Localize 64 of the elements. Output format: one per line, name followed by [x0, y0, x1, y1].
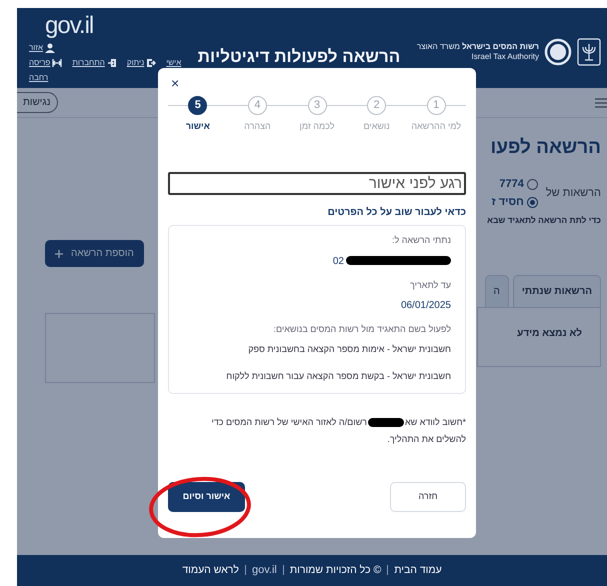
radio-button[interactable]	[526, 197, 538, 208]
exit-icon	[146, 58, 156, 68]
date-value: 06/01/2025	[400, 300, 451, 311]
step-number: 3	[308, 96, 327, 115]
separator-icon	[282, 565, 284, 576]
redaction-mark	[368, 418, 404, 427]
step-label: נושאים	[363, 120, 390, 133]
accessibility-button[interactable]: נגישות	[17, 92, 58, 113]
empty-message: לא נמצא מידע	[517, 328, 582, 339]
step-label: לכמה זמן	[300, 120, 334, 133]
page-header-title: הרשאה לפעולות דיגיטליות	[198, 46, 400, 68]
option-label: חסיד ז	[492, 195, 524, 210]
header-link[interactable]: ניתוק	[126, 55, 156, 70]
date-label: עד לתאריך	[409, 278, 451, 292]
separator-icon	[244, 565, 246, 576]
step-label: אישור	[186, 120, 210, 133]
separator-icon	[387, 565, 388, 576]
enter-icon	[106, 58, 117, 68]
note-text: *חשוב לוודא שא	[404, 416, 466, 429]
ministry-name: משרד האוצר	[416, 42, 460, 52]
topic-item: חשבונית ישראל - בקשת מספר הקצאה עבור חשבונית ללקוח	[225, 371, 451, 383]
header-link[interactable]: התחברות	[72, 55, 117, 70]
finish-button[interactable]: אישור וסיום	[168, 482, 245, 512]
step-label: למי ההרשאה	[411, 120, 462, 133]
step-number: 4	[248, 96, 267, 115]
back-button[interactable]: חזרה	[390, 482, 466, 512]
tab[interactable]: ה	[484, 274, 509, 307]
add-permission-button[interactable]: הוספת הרשאה	[45, 240, 144, 267]
step-label: הצהרה	[244, 120, 271, 133]
footer-link[interactable]: לראש העמוד	[182, 562, 239, 578]
logo[interactable]: gov.il	[45, 14, 182, 38]
step-number: 2	[367, 96, 386, 115]
agency-name: רשות המסים בישראל	[462, 42, 539, 52]
govil-logo[interactable]: gov.il	[252, 562, 277, 579]
step-number: 5	[188, 96, 208, 115]
tab[interactable]: הרשאות שנתתי	[512, 274, 601, 307]
hint-text: כדי לתת הרשאה לתאגיד שבא	[486, 214, 601, 227]
radio-button[interactable]	[526, 178, 538, 190]
permissions-label: הרשאות של	[546, 186, 601, 202]
recipient-value: 02	[332, 256, 344, 266]
modal-subheading: כדאי לעבור שוב על כל הפרטים	[326, 206, 466, 220]
expand-icon	[52, 58, 62, 68]
note-text: להשלים את התהליך.	[387, 432, 466, 446]
footer-link[interactable]: © כל הזכויות שמורות	[290, 562, 382, 578]
header-link[interactable]: אישי	[166, 55, 182, 70]
emblem-icon	[577, 38, 601, 66]
close-button[interactable]: ×	[168, 76, 182, 90]
footer-link[interactable]: עמוד הבית	[394, 562, 442, 578]
header-link[interactable]: רחבה	[29, 70, 48, 86]
option-label: 7774	[499, 176, 524, 192]
topic-item: חשבונית ישראל - אימות מספר הקצאה בחשבונית ספק	[247, 344, 451, 356]
note-text: רשום/ה לאזור האישי של רשות המסים כדי	[211, 416, 367, 429]
topics-label: לפעול בשם התאגיד מול רשות המסים בנושאים:	[272, 323, 451, 336]
agency-english-name: Israel Tax Authority	[470, 52, 539, 62]
circular-logo-icon	[544, 38, 572, 66]
page-title: הרשאה לפעו	[489, 136, 601, 160]
person-icon	[44, 42, 55, 53]
header-link[interactable]: אזור	[29, 40, 55, 56]
menu-icon	[595, 96, 607, 108]
header-link[interactable]: פריסה	[29, 55, 62, 70]
modal-heading: רגע לפני אישור	[168, 172, 466, 195]
plus-icon	[55, 250, 63, 258]
recipient-label: נתתי הרשאה ל:	[391, 234, 451, 247]
step-number: 1	[426, 96, 446, 115]
